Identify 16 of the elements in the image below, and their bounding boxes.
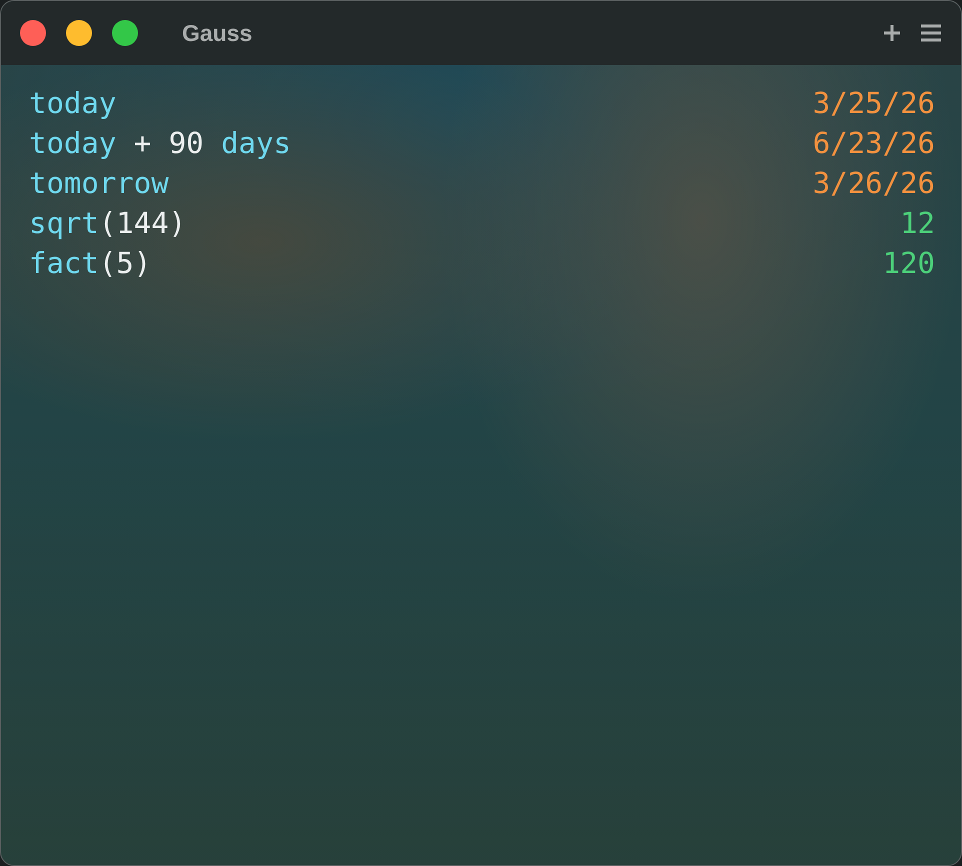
expression: fact(5) (29, 245, 152, 282)
minimize-button[interactable] (66, 20, 92, 46)
zoom-button[interactable] (112, 20, 138, 46)
expression: sqrt(144) (29, 205, 186, 242)
result: 3/25/26 (812, 85, 935, 122)
result: 120 (882, 245, 935, 282)
result: 12 (900, 205, 935, 242)
expression: today + 90 days (29, 125, 291, 162)
plus-icon[interactable] (883, 24, 901, 42)
close-button[interactable] (20, 20, 46, 46)
expression: tomorrow (29, 165, 169, 202)
result: 3/26/26 (812, 165, 935, 202)
menu-icon[interactable] (921, 24, 941, 42)
result: 6/23/26 (812, 125, 935, 162)
window-title: Gauss (182, 20, 254, 46)
expression: today (29, 85, 116, 122)
